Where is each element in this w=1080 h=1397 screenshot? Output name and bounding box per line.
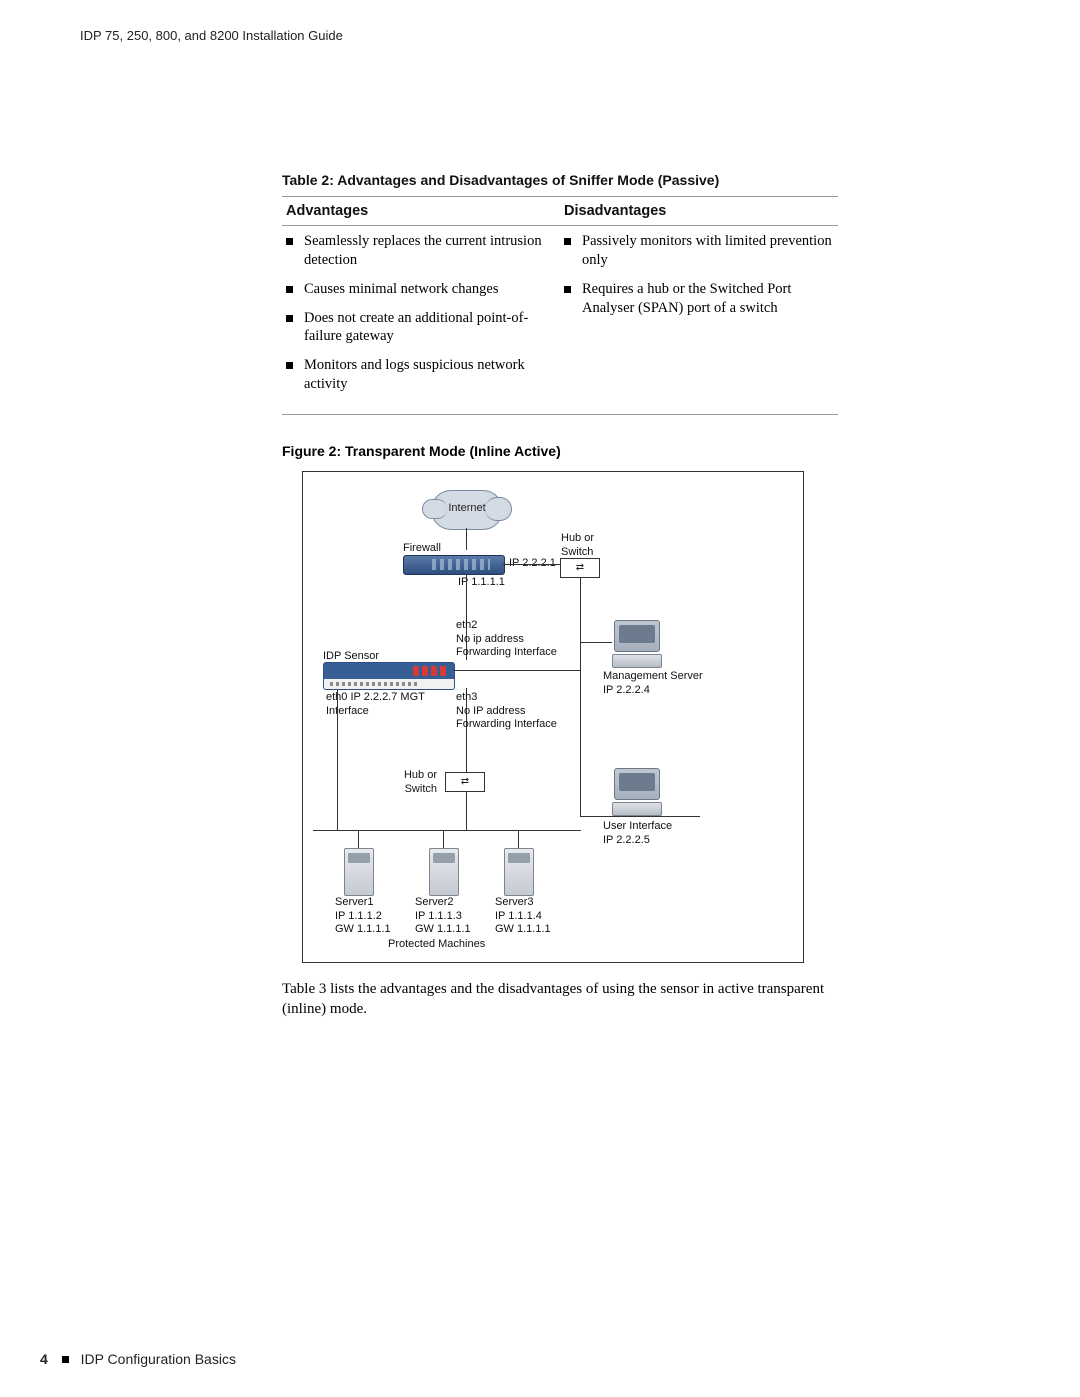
body-paragraph: Table 3 lists the advantages and the dis… — [282, 979, 838, 1020]
user-interface-pc-icon — [611, 768, 663, 814]
table2-head-advantages: Advantages — [282, 197, 560, 226]
line — [337, 690, 338, 830]
label-hub-bottom: Hub or Switch — [397, 769, 437, 797]
label-protected-machines: Protected Machines — [388, 938, 485, 952]
hub-icon: ⇄ — [445, 772, 485, 792]
page-footer: 4 IDP Configuration Basics — [40, 1351, 236, 1367]
label-eth0: eth0 IP 2.2.2.7 MGT Interface — [326, 691, 425, 719]
line — [503, 564, 560, 565]
table2-caption: Table 2: Advantages and Disadvantages of… — [282, 172, 838, 188]
hub-icon: ⇄ — [560, 558, 600, 578]
footer-bullet-icon — [62, 1356, 69, 1363]
label-server2: Server2 IP 1.1.1.3 GW 1.1.1.1 — [415, 896, 471, 937]
label-user-interface: User Interface IP 2.2.2.5 — [603, 820, 672, 848]
table2-adv-item: Does not create an additional point-of-f… — [286, 309, 556, 357]
line — [313, 830, 337, 831]
running-header: IDP 75, 250, 800, and 8200 Installation … — [80, 28, 343, 43]
page-number: 4 — [40, 1351, 48, 1367]
server-icon — [504, 848, 534, 896]
table2-bottom-rule — [282, 414, 838, 415]
table2-dis-item: Requires a hub or the Switched Port Anal… — [564, 280, 834, 328]
label-internet: Internet — [432, 502, 502, 514]
label-eth3: eth3 No IP address Forwarding Interface — [456, 691, 557, 732]
label-mgmt-server: Management Server IP 2.2.2.4 — [603, 670, 703, 698]
server-icon — [344, 848, 374, 896]
line — [580, 578, 581, 816]
line — [580, 642, 612, 643]
figure2-caption: Figure 2: Transparent Mode (Inline Activ… — [282, 443, 838, 459]
firewall-icon — [403, 555, 505, 575]
label-server3: Server3 IP 1.1.1.4 GW 1.1.1.1 — [495, 896, 551, 937]
line — [358, 830, 359, 848]
figure2-diagram: Internet Firewall IP 2.2.2.1 IP 1.1.1.1 … — [302, 471, 804, 963]
table2-disadvantages-list: Passively monitors with limited preventi… — [564, 232, 834, 327]
internet-cloud-icon: Internet — [431, 490, 503, 530]
label-eth2: eth2 No ip address Forwarding Interface — [456, 619, 557, 660]
line — [466, 792, 467, 830]
line — [518, 830, 519, 848]
label-hub-top: Hub or Switch — [561, 532, 594, 560]
table2-adv-item: Seamlessly replaces the current intrusio… — [286, 232, 556, 280]
management-server-pc-icon — [611, 620, 663, 666]
table2-adv-item: Causes minimal network changes — [286, 280, 556, 309]
server-icon — [429, 848, 459, 896]
table2-adv-item: Monitors and logs suspicious network act… — [286, 356, 556, 404]
table2: Advantages Disadvantages Seamlessly repl… — [282, 196, 838, 414]
line — [453, 670, 580, 671]
table2-head-disadvantages: Disadvantages — [560, 197, 838, 226]
footer-section: IDP Configuration Basics — [81, 1351, 236, 1367]
label-server1: Server1 IP 1.1.1.2 GW 1.1.1.1 — [335, 896, 391, 937]
idp-sensor-icon — [323, 662, 455, 690]
label-firewall: Firewall — [403, 542, 441, 556]
line — [443, 830, 444, 848]
table2-dis-item: Passively monitors with limited preventi… — [564, 232, 834, 280]
line — [466, 528, 467, 550]
line — [580, 816, 700, 817]
line — [313, 830, 581, 831]
table2-advantages-list: Seamlessly replaces the current intrusio… — [286, 232, 556, 404]
